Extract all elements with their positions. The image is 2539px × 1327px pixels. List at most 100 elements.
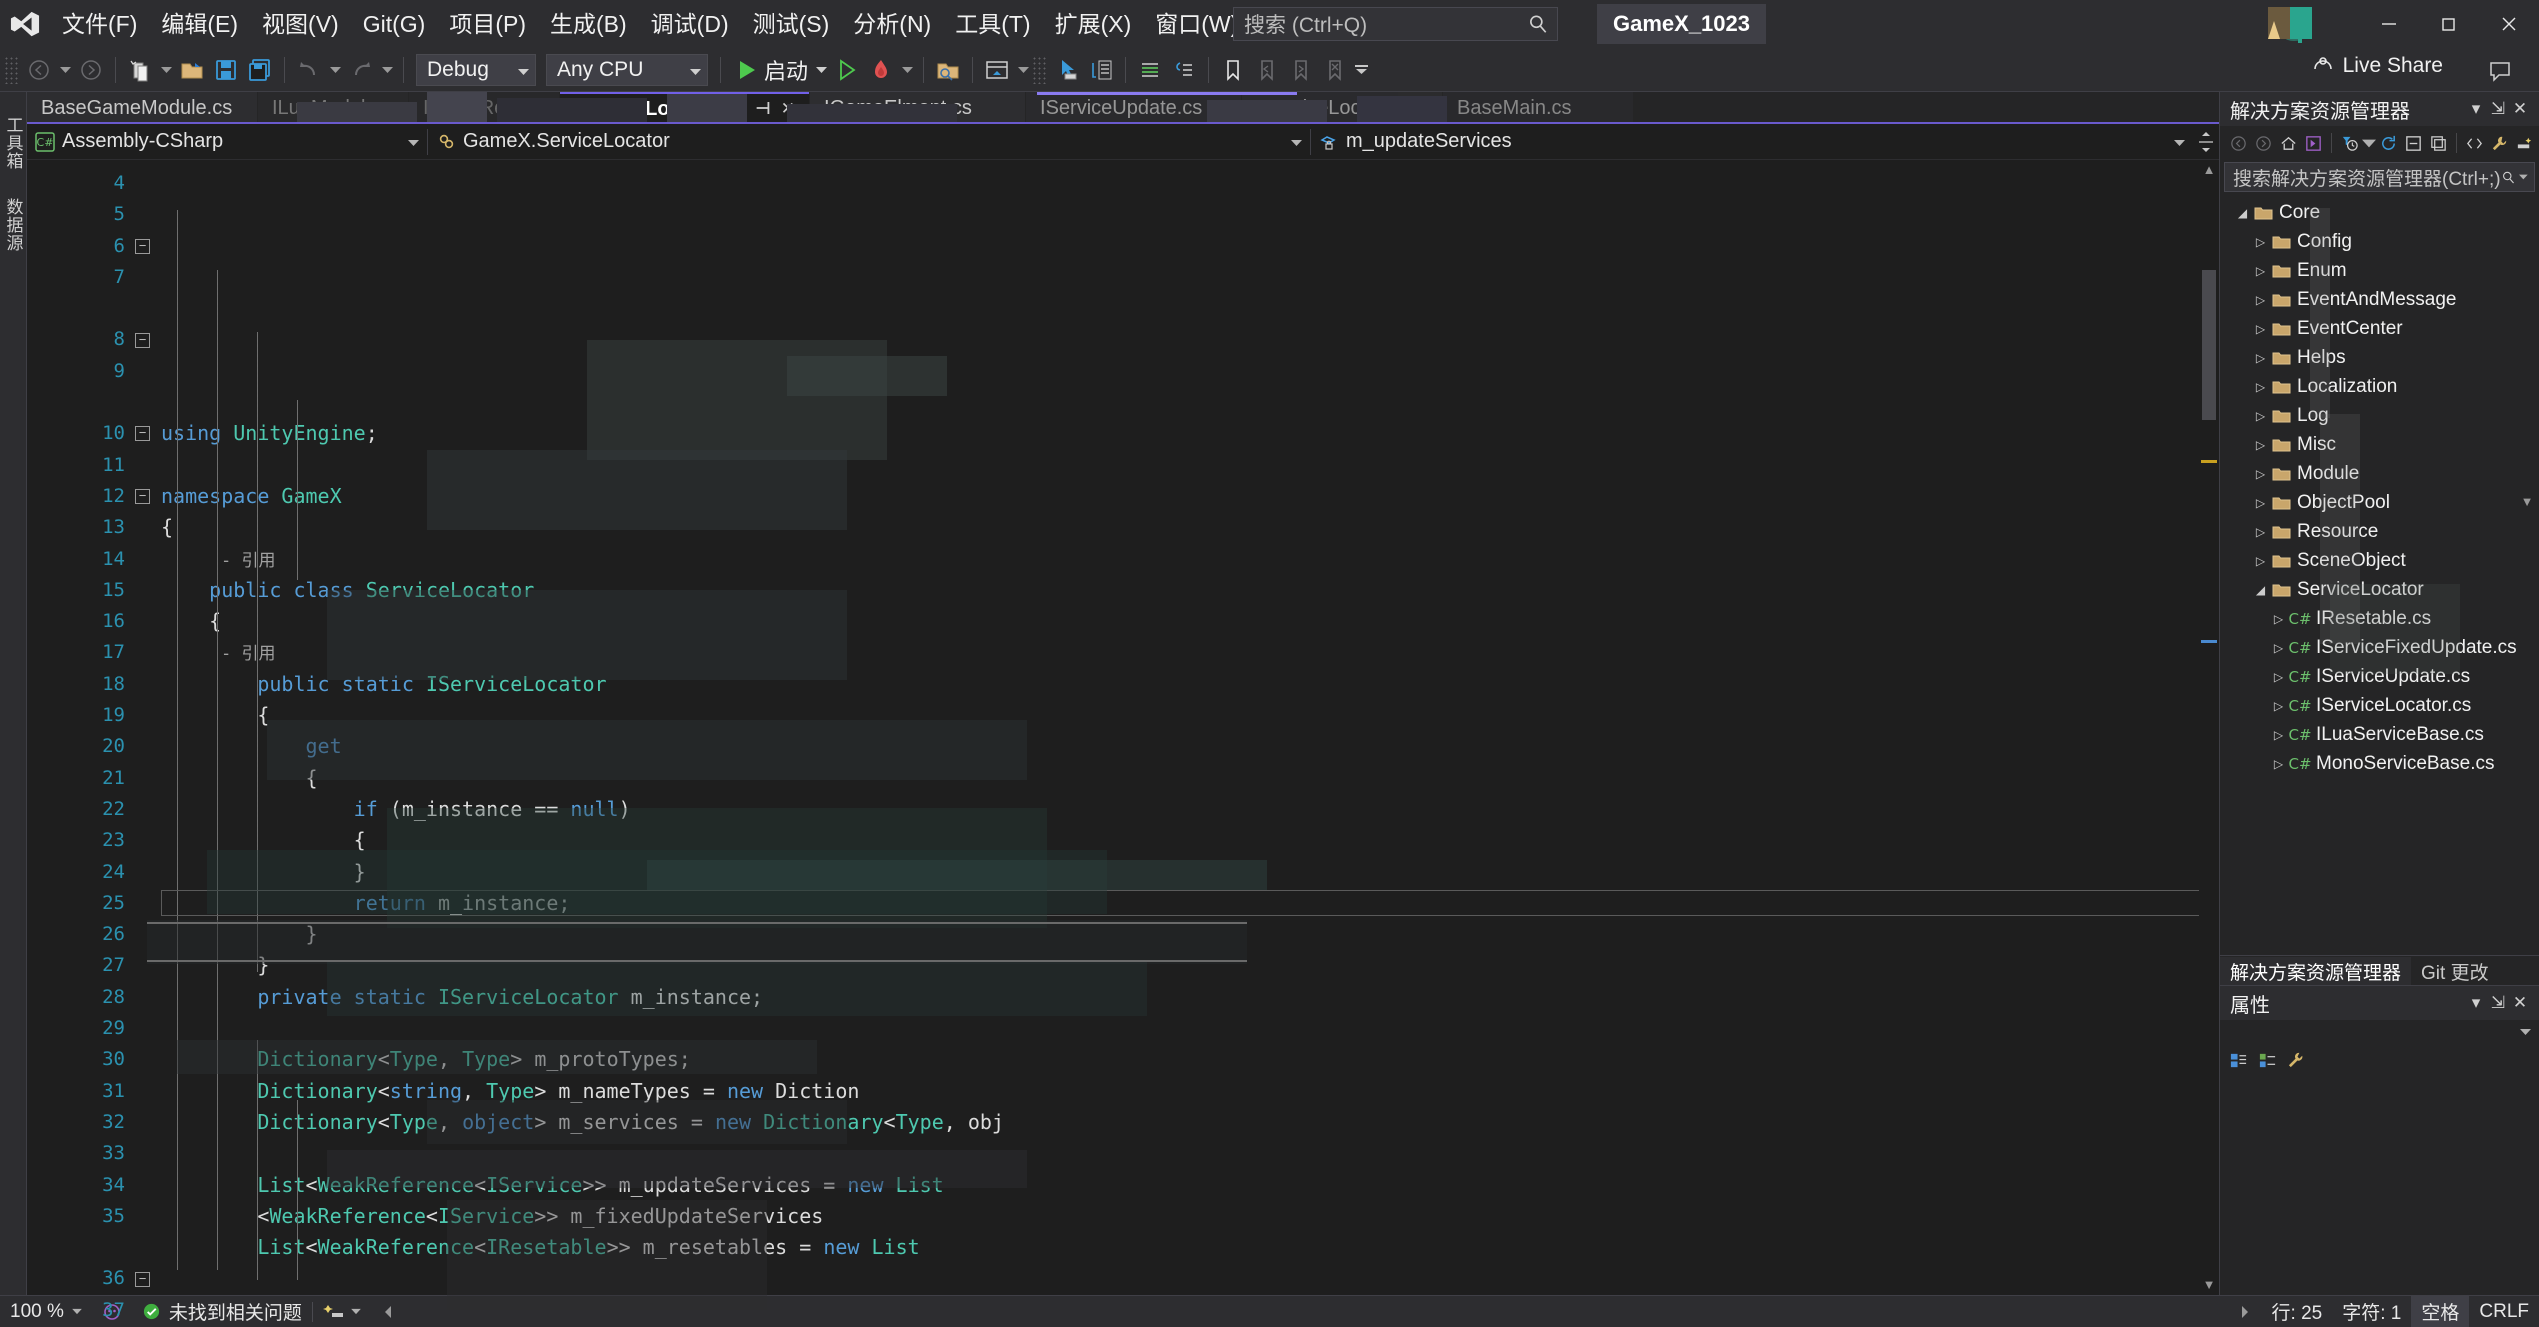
menu-git[interactable]: Git(G)	[351, 0, 438, 48]
chevron-collapsed-icon[interactable]: ▷	[2270, 757, 2287, 771]
document-tab-iservicelocator[interactable]: IServiceLoc.cs	[1242, 92, 1443, 124]
chevron-expanded-icon[interactable]: ◢	[2234, 206, 2251, 220]
tree-item-eventcenter[interactable]: ▷ EventCenter	[2220, 314, 2539, 343]
tree-item-iresetable-cs[interactable]: ▷ C# IResetable.cs	[2220, 604, 2539, 633]
tree-item-module[interactable]: ▷ Module	[2220, 459, 2539, 488]
line-ending-mode[interactable]: CRLF	[2469, 1296, 2539, 1327]
document-tab-servicelocator[interactable]: ServiceLocator.cs ⊣ ✕	[560, 92, 810, 124]
menu-view[interactable]: 视图(V)	[250, 0, 351, 48]
properties-wrench-icon[interactable]	[2487, 130, 2512, 156]
breadcrumb-type[interactable]: GameX.ServiceLocator	[428, 127, 1310, 157]
start-without-debugging-icon[interactable]	[830, 50, 864, 90]
live-share-button[interactable]: Live Share	[2312, 54, 2443, 78]
forward-icon[interactable]	[2251, 130, 2276, 156]
dock-tab-git-changes[interactable]: Git 更改	[2411, 957, 2499, 985]
select-folder-icon[interactable]	[931, 50, 965, 90]
document-tab-basemain[interactable]: BaseMain.cs	[1443, 92, 1634, 124]
pin-icon[interactable]: ⊣	[755, 99, 771, 119]
refresh-icon[interactable]	[2376, 130, 2401, 156]
chevron-down-icon[interactable]: ▾	[2465, 97, 2487, 121]
start-debugging-button[interactable]: 启动	[728, 50, 812, 90]
tree-item-resource[interactable]: ▷ Resource	[2220, 517, 2539, 546]
pin-icon[interactable]: ⇲	[2487, 991, 2509, 1015]
chevron-down-icon[interactable]	[394, 130, 419, 153]
save-all-icon[interactable]	[243, 50, 277, 90]
hot-reload-icon[interactable]	[864, 50, 898, 90]
menu-extensions[interactable]: 扩展(X)	[1043, 0, 1144, 48]
back-icon[interactable]	[2226, 130, 2251, 156]
menu-edit[interactable]: 编辑(E)	[149, 0, 250, 48]
error-list-status[interactable]: 未找到相关问题	[132, 1296, 312, 1327]
fold-toggle[interactable]: −	[135, 426, 150, 442]
tool-window-tab-toolbox[interactable]: 工具箱	[0, 110, 28, 176]
code-editor[interactable]: 4 5 6 7 8 9 10 11 12 13 14 15 16 17 18 19 20 21 22 23 24 25 26…	[27, 160, 2219, 1321]
toggle-bookmark-icon[interactable]	[1216, 50, 1250, 90]
menu-file[interactable]: 文件(F)	[50, 0, 149, 48]
tree-item-core[interactable]: ◢ Core	[2220, 198, 2539, 227]
restore-button[interactable]	[2419, 0, 2479, 48]
tree-item-monoservicebase-cs[interactable]: ▷ C# MonoServiceBase.cs	[2220, 749, 2539, 778]
tree-item-iservicefixedupdate-cs[interactable]: ▷ C# IServiceFixedUpdate.cs	[2220, 633, 2539, 662]
tree-item-eventandmessage[interactable]: ▷ EventAndMessage	[2220, 285, 2539, 314]
chevron-down-icon[interactable]	[2520, 1028, 2531, 1036]
chevron-down-icon[interactable]	[2160, 130, 2185, 153]
chevron-collapsed-icon[interactable]: ▷	[2252, 496, 2269, 510]
global-search-input[interactable]: 搜索 (Ctrl+Q)	[1233, 7, 1558, 41]
scroll-up-icon[interactable]: ▲	[2201, 162, 2217, 178]
previous-bookmark-icon[interactable]	[1250, 50, 1284, 90]
comment-lines-icon[interactable]	[1133, 50, 1167, 90]
new-project-icon[interactable]	[123, 50, 157, 90]
go-to-definition-icon[interactable]	[1084, 50, 1118, 90]
chevron-collapsed-icon[interactable]: ▷	[2270, 641, 2287, 655]
solution-view-icon[interactable]	[2301, 130, 2326, 156]
start-dropdown-icon[interactable]	[812, 50, 830, 90]
home-icon[interactable]	[2276, 130, 2301, 156]
solution-platform-dropdown[interactable]: Any CPU	[546, 53, 708, 86]
tree-item-iserviceupdate-cs[interactable]: ▷ C# IServiceUpdate.cs	[2220, 662, 2539, 691]
solution-configuration-dropdown[interactable]: Debug	[416, 53, 536, 86]
navigate-forward-icon[interactable]	[74, 50, 108, 90]
filter-dropdown-icon[interactable]	[2362, 130, 2376, 156]
undo-dropdown-icon[interactable]	[326, 50, 344, 90]
editor-text-surface[interactable]: using UnityEngine; namespace GameX {- 引用 p…	[161, 160, 2219, 1295]
chevron-down-icon[interactable]	[1277, 130, 1302, 153]
chevron-collapsed-icon[interactable]: ▷	[2270, 728, 2287, 742]
menu-tools[interactable]: 工具(T)	[943, 0, 1042, 48]
uncomment-lines-icon[interactable]	[1167, 50, 1201, 90]
chevron-expanded-icon[interactable]: ◢	[2252, 583, 2269, 597]
editor-folding-margin[interactable]: −−−−−−	[135, 160, 161, 1295]
close-icon[interactable]: ✕	[2509, 97, 2531, 121]
live-preview-dropdown-icon[interactable]	[1014, 50, 1032, 90]
categorized-icon[interactable]	[2226, 1047, 2251, 1073]
editor-vertical-scrollbar[interactable]: ▲ ▼	[2199, 160, 2219, 1295]
collapse-all-icon[interactable]	[2401, 130, 2426, 156]
document-tab-ibattlere[interactable]: IBattleRe...	[409, 92, 559, 124]
solution-explorer-search-input[interactable]: 搜索解决方案资源管理器(Ctrl+;)	[2224, 162, 2535, 192]
chevron-collapsed-icon[interactable]: ▷	[2270, 612, 2287, 626]
alphabetical-icon[interactable]	[2255, 1047, 2280, 1073]
document-tab-igameelment[interactable]: IGameElment.cs	[810, 92, 1026, 124]
indentation-mode[interactable]: 空格	[2411, 1295, 2470, 1327]
tree-item-sceneobject[interactable]: ▷ SceneObject	[2220, 546, 2539, 575]
menu-test[interactable]: 测试(S)	[741, 0, 842, 48]
tree-item-objectpool[interactable]: ▷ ObjectPool	[2220, 488, 2539, 517]
scroll-down-icon[interactable]: ▼	[2201, 1277, 2217, 1293]
chevron-collapsed-icon[interactable]: ▷	[2252, 351, 2269, 365]
undo-icon[interactable]	[292, 50, 326, 90]
solution-explorer-tree[interactable]: ▼ ◢ Core ▷ Config ▷ Enum ▷ EventAndMessage ▷ Even…	[2220, 194, 2539, 955]
chevron-collapsed-icon[interactable]: ▷	[2252, 322, 2269, 336]
hot-reload-dropdown-icon[interactable]	[898, 50, 916, 90]
navigate-backward-icon[interactable]	[22, 50, 56, 90]
tree-item-enum[interactable]: ▷ Enum	[2220, 256, 2539, 285]
toolbar-overflow-icon[interactable]	[1352, 50, 1370, 90]
fold-toggle[interactable]: −	[135, 1271, 150, 1287]
toolbar-grip[interactable]	[1032, 55, 1047, 84]
redo-dropdown-icon[interactable]	[378, 50, 396, 90]
toolbar-grip[interactable]	[4, 55, 18, 84]
chevron-collapsed-icon[interactable]: ▷	[2252, 525, 2269, 539]
menu-project[interactable]: 项目(P)	[437, 0, 538, 48]
chevron-collapsed-icon[interactable]: ▷	[2252, 554, 2269, 568]
fold-toggle[interactable]: −	[135, 332, 150, 348]
chevron-collapsed-icon[interactable]: ▷	[2252, 235, 2269, 249]
pin-icon[interactable]: ⇲	[2487, 97, 2509, 121]
